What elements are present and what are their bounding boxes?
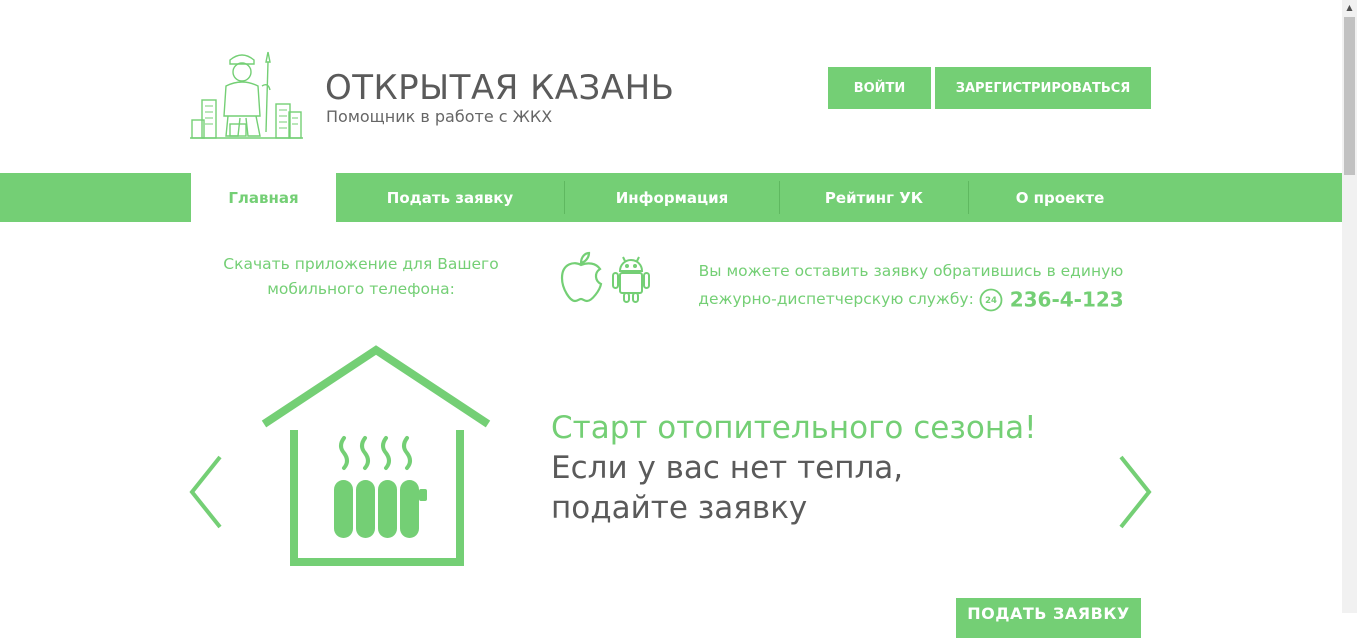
apple-icon[interactable] (558, 251, 604, 303)
register-button[interactable]: ЗАРЕГИСТРИРОВАТЬСЯ (935, 67, 1151, 109)
nav-item-about[interactable]: О проекте (969, 173, 1151, 222)
nav-item-rating[interactable]: Рейтинг УК (780, 173, 968, 222)
svg-text:24: 24 (985, 296, 997, 306)
login-button[interactable]: ВОЙТИ (828, 67, 931, 109)
scroll-up-icon[interactable]: ▲ (1342, 0, 1357, 15)
house-heater-icon (261, 345, 491, 566)
brand-title[interactable]: ОТКРЫТАЯ КАЗАНЬ (325, 66, 674, 110)
scrollbar-thumb[interactable] (1344, 17, 1355, 175)
brand-logo[interactable] (190, 46, 305, 141)
android-icon[interactable] (611, 251, 651, 303)
main-nav: Главная Подать заявку Информация Рейтинг… (0, 173, 1342, 222)
submit-request-button[interactable]: ПОДАТЬ ЗАЯВКУ (956, 598, 1141, 638)
slide-text-line1: Если у вас нет тепла, (551, 450, 904, 486)
download-app-text: Скачать приложение для Вашего мобильного… (223, 255, 499, 298)
nav-item-submit-request[interactable]: Подать заявку (336, 173, 564, 222)
nav-item-information[interactable]: Информация (565, 173, 779, 222)
slider-prev-arrow[interactable] (188, 455, 224, 529)
slider-next-arrow[interactable] (1117, 455, 1153, 529)
brand-subtitle: Помощник в работе с ЖКХ (326, 107, 553, 126)
phone-24-icon: 24 (979, 288, 1003, 311)
slide-headline: Старт отопительного сезона! (551, 410, 1037, 446)
dispatch-text-line1: Вы можете оставить заявку обратившись в … (698, 262, 1124, 280)
slide-text-line2: подайте заявку (551, 490, 808, 526)
dispatch-phone[interactable]: 236-4-123 (1010, 288, 1124, 312)
dispatch-text-line2: дежурно-диспетчерскую службу: (698, 290, 974, 308)
dispatch-info: Вы можете оставить заявку обратившись в … (690, 257, 1132, 314)
nav-item-home[interactable]: Главная (191, 173, 336, 222)
